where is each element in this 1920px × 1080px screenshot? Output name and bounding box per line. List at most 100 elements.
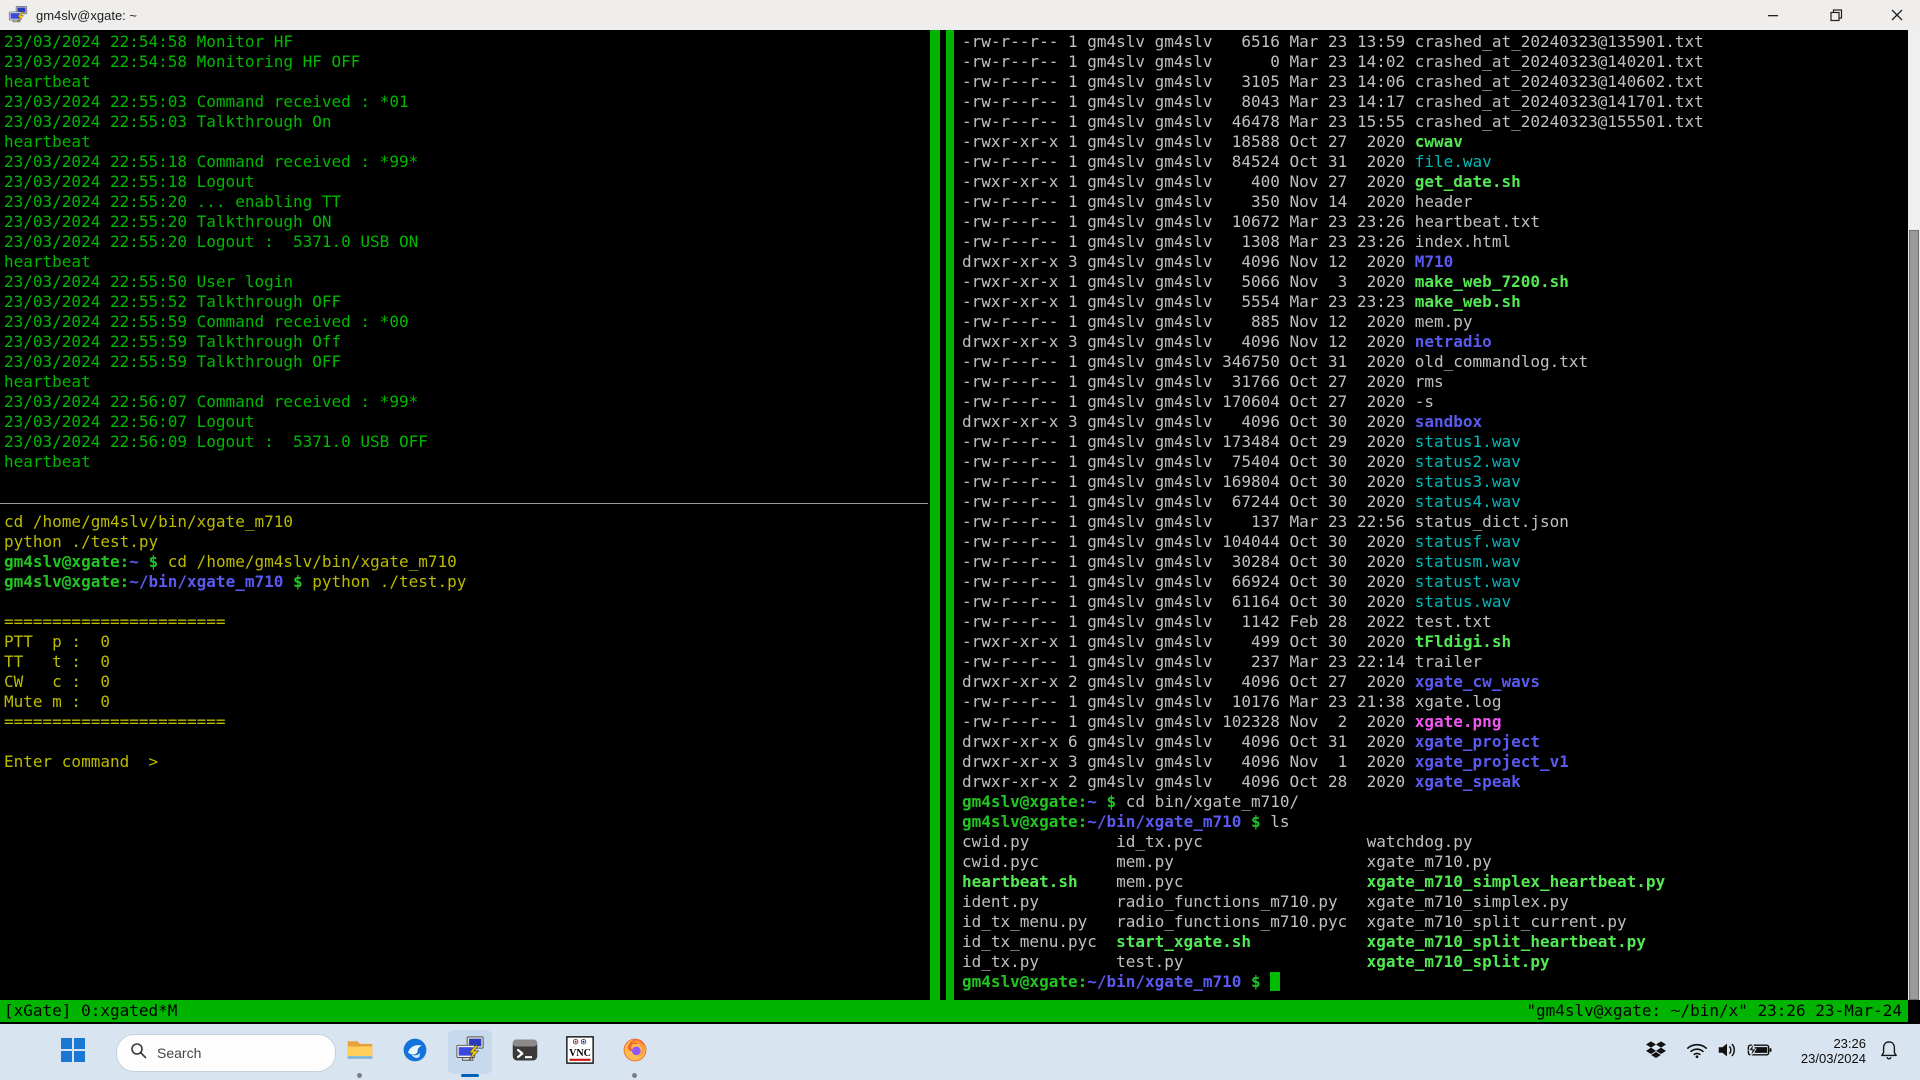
tray-date: 23/03/2024	[1778, 1051, 1866, 1066]
horizontal-rule	[0, 503, 928, 504]
terminal-row: gm4slv@xgate:~ $ cd bin/xgate_m710/	[962, 792, 1906, 812]
terminal-row: -rw-r--r-- 1 gm4slv gm4slv 46478 Mar 23 …	[962, 112, 1906, 132]
terminal-row: -rw-r--r-- 1 gm4slv gm4slv 104044 Oct 30…	[962, 532, 1906, 552]
tray-clock[interactable]: 23:26 23/03/2024	[1778, 1030, 1866, 1066]
terminal-row: 23/03/2024 22:55:18 Command received : *…	[4, 152, 928, 172]
terminal-row: -rw-r--r-- 1 gm4slv gm4slv 169804 Oct 30…	[962, 472, 1906, 492]
window-title: gm4slv@xgate: ~	[36, 8, 137, 23]
terminal-row: drwxr-xr-x 3 gm4slv gm4slv 4096 Nov 12 2…	[962, 332, 1906, 352]
terminal-row: -rw-r--r-- 1 gm4slv gm4slv 10672 Mar 23 …	[962, 212, 1906, 232]
terminal-row: 23/03/2024 22:56:07 Command received : *…	[4, 392, 928, 412]
terminal-row: 23/03/2024 22:56:09 Logout : 5371.0 USB …	[4, 432, 928, 452]
terminal-row: -rw-r--r-- 1 gm4slv gm4slv 0 Mar 23 14:0…	[962, 52, 1906, 72]
dropbox-icon	[1646, 1040, 1666, 1064]
terminal-row: drwxr-xr-x 2 gm4slv gm4slv 4096 Oct 28 2…	[962, 772, 1906, 792]
terminal-row: -rw-r--r-- 1 gm4slv gm4slv 885 Nov 12 20…	[962, 312, 1906, 332]
active-indicator	[461, 1074, 479, 1077]
terminal-row: 23/03/2024 22:54:58 Monitoring HF OFF	[4, 52, 928, 72]
terminal-row: drwxr-xr-x 3 gm4slv gm4slv 4096 Nov 1 20…	[962, 752, 1906, 772]
terminal-row: Mute m : 0	[4, 692, 928, 712]
terminal-row: -rw-r--r-- 1 gm4slv gm4slv 30284 Oct 30 …	[962, 552, 1906, 572]
terminal-row: 23/03/2024 22:55:20 Talkthrough ON	[4, 212, 928, 232]
terminal-row: -rwxr-xr-x 1 gm4slv gm4slv 18588 Oct 27 …	[962, 132, 1906, 152]
terminal-row: 23/03/2024 22:55:03 Command received : *…	[4, 92, 928, 112]
terminal-row: 23/03/2024 22:56:07 Logout	[4, 412, 928, 432]
desktop: { "window": { "title": "gm4slv@xgate: ~"…	[0, 0, 1920, 1080]
terminal-row: 23/03/2024 22:55:18 Logout	[4, 172, 928, 192]
terminal-row: gm4slv@xgate:~/bin/xgate_m710 $	[962, 972, 1906, 992]
svg-text:VNC: VNC	[569, 1048, 591, 1059]
putty-icon	[455, 1035, 485, 1070]
terminal-row: ident.py radio_functions_m710.py xgate_m…	[962, 892, 1906, 912]
notification-center-button[interactable]	[1874, 1038, 1904, 1066]
pane-divider	[946, 30, 954, 1000]
terminal-row: Enter command >	[4, 752, 928, 772]
tray-volume[interactable]	[1712, 1038, 1742, 1066]
start-button[interactable]	[58, 1037, 88, 1067]
terminal-row: -rw-r--r-- 1 gm4slv gm4slv 6516 Mar 23 1…	[962, 32, 1906, 52]
terminal-row: CW c : 0	[4, 672, 928, 692]
taskbar-item-putty[interactable]	[448, 1030, 492, 1074]
terminal-row: -rw-r--r-- 1 gm4slv gm4slv 173484 Oct 29…	[962, 432, 1906, 452]
windows-logo-icon	[60, 1037, 86, 1068]
terminal-row: -rw-r--r-- 1 gm4slv gm4slv 102328 Nov 2 …	[962, 712, 1906, 732]
terminal-row: cd /home/gm4slv/bin/xgate_m710	[4, 512, 928, 532]
search-input[interactable]: Search	[116, 1034, 336, 1072]
terminal-left-pane[interactable]: 23/03/2024 22:54:58 Monitor HF23/03/2024…	[4, 32, 928, 772]
terminal-scrollbar[interactable]	[1908, 30, 1920, 1000]
windows-taskbar: Search	[0, 1024, 1920, 1080]
taskbar-item-windows-terminal[interactable]	[503, 1030, 547, 1074]
terminal-right-pane[interactable]: -rw-r--r-- 1 gm4slv gm4slv 6516 Mar 23 1…	[962, 32, 1906, 992]
window-titlebar[interactable]: gm4slv@xgate: ~	[0, 0, 1920, 30]
putty-app-icon	[8, 5, 28, 25]
terminal-row: -rw-r--r-- 1 gm4slv gm4slv 75404 Oct 30 …	[962, 452, 1906, 472]
notifications-bell-icon	[1880, 1040, 1898, 1065]
thunderbird-icon	[401, 1036, 429, 1069]
terminal-row: -rw-r--r-- 1 gm4slv gm4slv 3105 Mar 23 1…	[962, 72, 1906, 92]
scrollbar-thumb[interactable]	[1909, 230, 1919, 1000]
terminal-row: drwxr-xr-x 2 gm4slv gm4slv 4096 Oct 27 2…	[962, 672, 1906, 692]
tray-battery[interactable]	[1742, 1038, 1776, 1066]
restore-button[interactable]	[1813, 0, 1859, 30]
terminal-row: -rw-r--r-- 1 gm4slv gm4slv 31766 Oct 27 …	[962, 372, 1906, 392]
terminal-row: heartbeat	[4, 72, 928, 92]
wifi-icon	[1686, 1041, 1708, 1064]
terminal-window: 23/03/2024 22:54:58 Monitor HF23/03/2024…	[0, 30, 1920, 1024]
terminal-row: 23/03/2024 22:55:59 Command received : *…	[4, 312, 928, 332]
terminal-row: TT t : 0	[4, 652, 928, 672]
terminal-row: 23/03/2024 22:55:50 User login	[4, 272, 928, 292]
terminal-row: cwid.pyc mem.py xgate_m710.py	[962, 852, 1906, 872]
terminal-row: heartbeat	[4, 132, 928, 152]
screen-statusbar: [xGate] 0:xgated*M "gm4slv@xgate: ~/bin/…	[0, 1000, 1908, 1022]
terminal-row: 23/03/2024 22:54:58 Monitor HF	[4, 32, 928, 52]
terminal-row: -rw-r--r-- 1 gm4slv gm4slv 67244 Oct 30 …	[962, 492, 1906, 512]
taskbar-item-thunderbird[interactable]	[393, 1030, 437, 1074]
terminal-row: gm4slv@xgate:~/bin/xgate_m710 $ ls	[962, 812, 1906, 832]
taskbar-item-vnc-viewer[interactable]: VNC	[558, 1030, 602, 1074]
firefox-icon	[621, 1036, 649, 1069]
taskbar-item-file-explorer[interactable]	[338, 1030, 382, 1074]
pane-divider	[930, 30, 940, 1000]
terminal-row: drwxr-xr-x 3 gm4slv gm4slv 4096 Nov 12 2…	[962, 252, 1906, 272]
tray-dropbox[interactable]	[1642, 1038, 1670, 1066]
taskbar-item-firefox[interactable]	[613, 1030, 657, 1074]
windows-terminal-icon	[511, 1036, 539, 1069]
close-button[interactable]	[1874, 0, 1920, 30]
terminal-row: -rw-r--r-- 1 gm4slv gm4slv 84524 Oct 31 …	[962, 152, 1906, 172]
running-indicator	[632, 1073, 637, 1078]
terminal-row: heartbeat	[4, 252, 928, 272]
minimize-button[interactable]	[1750, 0, 1796, 30]
tray-wifi[interactable]	[1682, 1038, 1712, 1066]
terminal-row: -rwxr-xr-x 1 gm4slv gm4slv 5554 Mar 23 2…	[962, 292, 1906, 312]
vnc-viewer-icon: VNC	[566, 1036, 594, 1069]
terminal-row: drwxr-xr-x 6 gm4slv gm4slv 4096 Oct 31 2…	[962, 732, 1906, 752]
battery-charging-icon	[1746, 1042, 1772, 1063]
terminal-row: PTT p : 0	[4, 632, 928, 652]
terminal-row: -rw-r--r-- 1 gm4slv gm4slv 346750 Oct 31…	[962, 352, 1906, 372]
terminal-row	[4, 592, 928, 612]
terminal-row: -rw-r--r-- 1 gm4slv gm4slv 170604 Oct 27…	[962, 392, 1906, 412]
terminal-row: 23/03/2024 22:55:20 ... enabling TT	[4, 192, 928, 212]
terminal-row: drwxr-xr-x 3 gm4slv gm4slv 4096 Oct 30 2…	[962, 412, 1906, 432]
terminal-row: -rw-r--r-- 1 gm4slv gm4slv 137 Mar 23 22…	[962, 512, 1906, 532]
terminal-row: -rw-r--r-- 1 gm4slv gm4slv 1142 Feb 28 2…	[962, 612, 1906, 632]
